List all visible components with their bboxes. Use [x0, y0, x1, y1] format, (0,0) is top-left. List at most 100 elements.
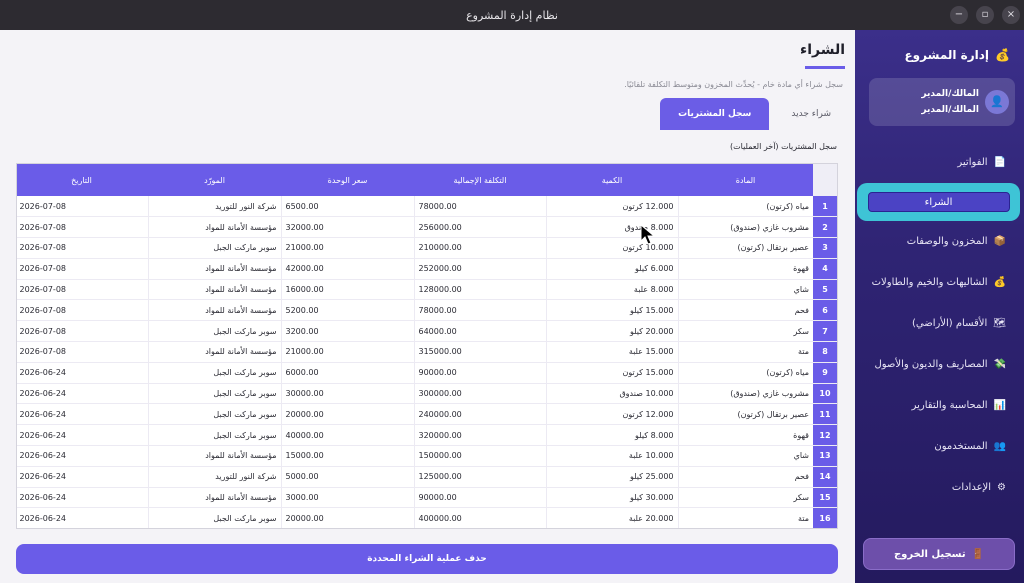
cell-date[interactable]: 2026-06-24 — [17, 507, 148, 528]
cell-supplier[interactable]: مؤسسة الأمانة للمواد — [147, 216, 281, 239]
table-row[interactable]: 9 مياه (كرتون) 15.000 كرتون 90000.00 6000.00… — [17, 362, 837, 384]
cell-supplier[interactable]: مؤسسة الأمانة للمواد — [147, 445, 281, 467]
table-row[interactable]: 1 مياه (كرتون) 12.000 كرتون 78000.00 6500.00… — [17, 196, 837, 218]
cell-total-cost[interactable]: 128000.00 — [413, 279, 546, 301]
cell-total-cost[interactable]: 90000.00 — [413, 362, 546, 384]
cell-quantity[interactable]: 8.000 كيلو — [545, 424, 678, 447]
cell-quantity[interactable]: 12.000 كرتون — [545, 196, 678, 218]
cell-unit-price[interactable]: 3200.00 — [280, 320, 414, 343]
row-index[interactable]: 16 — [813, 507, 837, 528]
cell-quantity[interactable]: 10.000 صندوق — [545, 383, 678, 405]
cell-quantity[interactable]: 8.000 علبة — [545, 279, 678, 301]
cell-quantity[interactable]: 12.000 كرتون — [545, 403, 678, 426]
cell-supplier[interactable]: مؤسسة الأمانة للمواد — [147, 279, 281, 301]
cell-supplier[interactable]: سوبر ماركت الجبل — [147, 403, 281, 426]
row-index[interactable]: 5 — [813, 279, 837, 301]
cell-quantity[interactable]: 15.000 علبة — [545, 341, 678, 363]
cell-total-cost[interactable]: 315000.00 — [413, 341, 546, 363]
cell-item[interactable]: عصير برتقال (كرتون) — [677, 403, 813, 426]
header-unit-price[interactable]: سعر الوحدة — [281, 164, 414, 196]
cell-date[interactable]: 2026-07-08 — [17, 216, 148, 239]
cell-item[interactable]: متة — [677, 507, 813, 528]
tab-purchase-log[interactable]: سجل المشتريات — [660, 98, 770, 130]
cell-supplier[interactable]: مؤسسة الأمانة للمواد — [147, 487, 281, 509]
cell-item[interactable]: عصير برتقال (كرتون) — [677, 237, 813, 259]
cell-quantity[interactable]: 25.000 كيلو — [545, 466, 678, 488]
sidebar-item-users[interactable]: 👥 المستخدمون — [855, 426, 1024, 467]
row-index[interactable]: 11 — [813, 403, 837, 426]
table-row[interactable]: 4 قهوة 6.000 كيلو 252000.00 42000.00 مؤسسة ال… — [17, 258, 837, 280]
cell-item[interactable]: فحم — [677, 466, 813, 488]
cell-quantity[interactable]: 10.000 علبة — [545, 445, 678, 467]
table-row[interactable]: 6 فحم 15.000 كيلو 78000.00 5200.00 مؤسسة الأم… — [17, 299, 837, 322]
cell-total-cost[interactable]: 125000.00 — [413, 466, 546, 488]
cell-item[interactable]: مياه (كرتون) — [677, 196, 813, 218]
cell-item[interactable]: متة — [677, 341, 813, 363]
cell-total-cost[interactable]: 252000.00 — [413, 258, 546, 280]
cell-date[interactable]: 2026-06-24 — [17, 362, 148, 384]
cell-quantity[interactable]: 15.000 كيلو — [545, 299, 678, 322]
cell-supplier[interactable]: مؤسسة الأمانة للمواد — [147, 258, 281, 280]
cell-quantity[interactable]: 6.000 كيلو — [545, 258, 678, 280]
cell-total-cost[interactable]: 78000.00 — [413, 299, 546, 322]
row-index[interactable]: 8 — [813, 341, 837, 363]
cell-date[interactable]: 2026-07-08 — [17, 237, 148, 259]
sidebar-item-inventory[interactable]: 📦 المخزون والوصفات — [855, 221, 1024, 262]
cell-supplier[interactable]: سوبر ماركت الجبل — [147, 362, 281, 384]
table-row[interactable]: 10 مشروب غازي (صندوق) 10.000 صندوق 300000.0… — [17, 383, 837, 405]
sidebar-item-chalets[interactable]: 💰 الشاليهات والخيم والطاولات — [855, 262, 1024, 303]
cell-supplier[interactable]: مؤسسة الأمانة للمواد — [147, 341, 281, 363]
header-date[interactable]: التاريخ — [17, 164, 148, 196]
table-row[interactable]: 16 متة 20.000 علبة 400000.00 20000.00 سوبر ما… — [17, 507, 837, 528]
table-row[interactable]: 7 سكر 20.000 كيلو 64000.00 3200.00 سوبر ماركت… — [17, 320, 837, 343]
table-row[interactable]: 8 متة 15.000 علبة 315000.00 21000.00 مؤسسة ال… — [17, 341, 837, 363]
header-item[interactable]: المادة — [678, 164, 813, 196]
cell-unit-price[interactable]: 3000.00 — [280, 487, 414, 509]
table-row[interactable]: 13 شاي 10.000 علبة 150000.00 15000.00 مؤسسة ا… — [17, 445, 837, 467]
cell-supplier[interactable]: سوبر ماركت الجبل — [147, 320, 281, 343]
cell-item[interactable]: فحم — [677, 299, 813, 322]
cell-item[interactable]: سكر — [677, 487, 813, 509]
cell-unit-price[interactable]: 5000.00 — [280, 466, 414, 488]
row-index[interactable]: 2 — [813, 216, 837, 239]
cell-date[interactable]: 2026-07-08 — [17, 299, 148, 322]
sidebar-item-settings[interactable]: ⚙ الإعدادات — [855, 467, 1024, 508]
cell-unit-price[interactable]: 20000.00 — [280, 403, 414, 426]
sidebar-item-accounting[interactable]: 📊 المحاسبة والتقارير — [855, 385, 1024, 426]
cell-item[interactable]: سكر — [677, 320, 813, 343]
cell-date[interactable]: 2026-06-24 — [17, 383, 148, 405]
row-index[interactable]: 3 — [813, 237, 837, 259]
table-row[interactable]: 12 قهوة 8.000 كيلو 320000.00 40000.00 سوبر ما… — [17, 424, 837, 447]
row-index[interactable]: 12 — [813, 424, 837, 447]
cell-item[interactable]: مشروب غازي (صندوق) — [677, 383, 813, 405]
row-index[interactable]: 14 — [813, 466, 837, 488]
cell-unit-price[interactable]: 21000.00 — [280, 237, 414, 259]
cell-unit-price[interactable]: 30000.00 — [280, 383, 414, 405]
table-row[interactable]: 11 عصير برتقال (كرتون) 12.000 كرتون 240000.… — [17, 403, 837, 426]
cell-supplier[interactable]: سوبر ماركت الجبل — [147, 237, 281, 259]
table-row[interactable]: 5 شاي 8.000 علبة 128000.00 16000.00 مؤسسة الأ… — [17, 279, 837, 301]
cell-total-cost[interactable]: 256000.00 — [413, 216, 546, 239]
cell-quantity[interactable]: 15.000 كرتون — [545, 362, 678, 384]
row-index[interactable]: 9 — [813, 362, 837, 384]
cell-unit-price[interactable]: 6500.00 — [280, 196, 414, 218]
delete-purchase-button[interactable]: حذف عملية الشراء المحددة — [16, 544, 838, 574]
row-index[interactable]: 13 — [813, 445, 837, 467]
cell-unit-price[interactable]: 20000.00 — [280, 507, 414, 528]
cell-unit-price[interactable]: 40000.00 — [280, 424, 414, 447]
cell-unit-price[interactable]: 6000.00 — [280, 362, 414, 384]
row-index[interactable]: 6 — [813, 299, 837, 322]
row-index[interactable]: 10 — [813, 383, 837, 405]
cell-date[interactable]: 2026-07-08 — [17, 258, 148, 280]
table-row[interactable]: 14 فحم 25.000 كيلو 125000.00 5000.00 شركة الن… — [17, 466, 837, 488]
cell-quantity[interactable]: 20.000 علبة — [545, 507, 678, 528]
cell-item[interactable]: شاي — [677, 445, 813, 467]
header-total-cost[interactable]: التكلفة الإجمالية — [414, 164, 546, 196]
sidebar-item-expenses[interactable]: 💸 المصاريف والديون والأصول — [855, 344, 1024, 385]
cell-total-cost[interactable]: 240000.00 — [413, 403, 546, 426]
cell-supplier[interactable]: سوبر ماركت الجبل — [147, 383, 281, 405]
cell-unit-price[interactable]: 42000.00 — [280, 258, 414, 280]
row-index[interactable]: 4 — [813, 258, 837, 280]
cell-date[interactable]: 2026-06-24 — [17, 445, 148, 467]
cell-item[interactable]: مشروب غازي (صندوق) — [677, 216, 813, 239]
